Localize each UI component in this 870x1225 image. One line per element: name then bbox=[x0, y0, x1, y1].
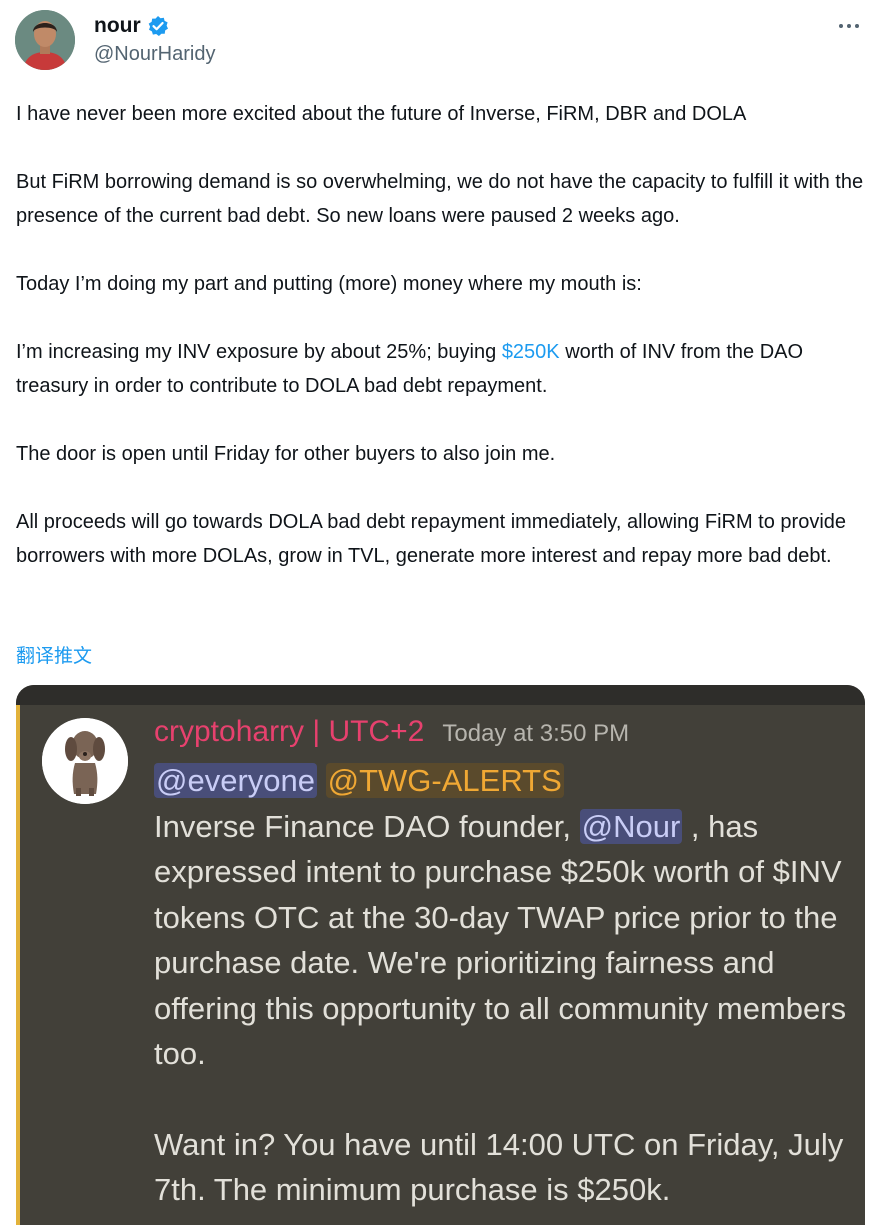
role-mention: @TWG-ALERTS bbox=[325, 763, 564, 798]
discord-message-body: @everyone @TWG-ALERTS Inverse Finance DA… bbox=[154, 758, 854, 1213]
discord-message-paragraph: Inverse Finance DAO founder, @Nour , has… bbox=[154, 804, 854, 1077]
verified-badge-icon bbox=[147, 15, 169, 37]
highlight-accent-bar bbox=[16, 705, 20, 1225]
avatar[interactable] bbox=[15, 10, 75, 70]
discord-author-name: cryptoharry | UTC+2 bbox=[154, 715, 425, 748]
discord-text-span: Inverse Finance DAO founder, bbox=[154, 808, 580, 844]
handle[interactable]: @NourHaridy bbox=[94, 43, 215, 66]
discord-message-paragraph: Want in? You have until 14:00 UTC on Fri… bbox=[154, 1126, 844, 1208]
more-options-icon[interactable] bbox=[835, 12, 865, 38]
cashtag-link[interactable]: $250K bbox=[502, 341, 560, 363]
tweet-paragraph: All proceeds will go towards DOLA bad de… bbox=[16, 511, 847, 567]
discord-timestamp: Today at 3:50 PM bbox=[442, 720, 630, 747]
tweet-text: I have never been more excited about the… bbox=[16, 97, 868, 573]
display-name[interactable]: nour bbox=[94, 14, 141, 38]
user-mention: @Nour bbox=[579, 808, 683, 844]
embedded-screenshot[interactable]: cryptoharry | UTC+2 Today at 3:50 PM @ev… bbox=[16, 685, 865, 1225]
tweet-text-span: I’m increasing my INV exposure by about … bbox=[16, 341, 502, 363]
tweet-paragraph: I’m increasing my INV exposure by about … bbox=[16, 335, 868, 403]
tweet-header: nour @NourHaridy bbox=[15, 10, 865, 72]
tweet-paragraph: I have never been more excited about the… bbox=[16, 103, 747, 125]
tweet-paragraph: But FiRM borrowing demand is so overwhel… bbox=[16, 171, 864, 227]
tweet-paragraph: Today I’m doing my part and putting (mor… bbox=[16, 273, 642, 295]
everyone-mention: @everyone bbox=[154, 763, 317, 798]
translate-tweet-link[interactable]: 翻译推文 bbox=[16, 641, 92, 668]
screenshot-topbar bbox=[16, 685, 865, 705]
discord-mentions-line: @everyone @TWG-ALERTS bbox=[154, 758, 854, 804]
discord-text-span: , has expressed intent to purchase $250k… bbox=[154, 808, 847, 1072]
discord-avatar bbox=[42, 718, 128, 804]
tweet-paragraph: The door is open until Friday for other … bbox=[16, 443, 556, 465]
